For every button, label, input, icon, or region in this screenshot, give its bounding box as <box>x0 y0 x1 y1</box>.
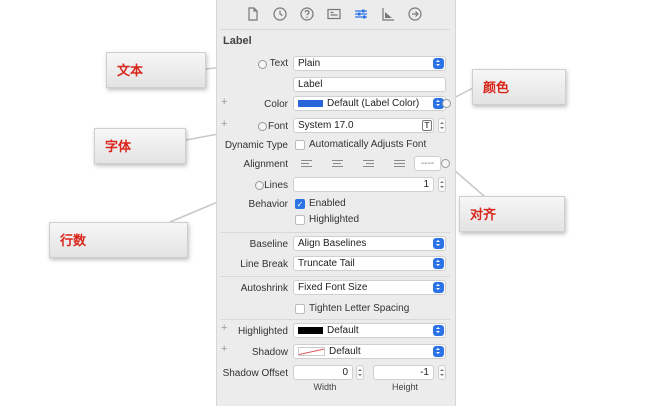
lines-label: Lines <box>264 180 288 191</box>
lines-connection-circle[interactable] <box>255 181 264 190</box>
align-justified-button[interactable] <box>388 157 411 170</box>
baseline-label: Baseline <box>249 239 288 250</box>
color-label: Color <box>264 99 288 110</box>
color-popup[interactable]: Default (Label Color) <box>293 96 446 111</box>
text-type-popup[interactable]: Plain <box>293 56 446 71</box>
align-natural-button[interactable]: ---- <box>414 156 441 171</box>
divider <box>220 276 450 277</box>
align-right-button[interactable] <box>357 157 380 170</box>
font-connection-circle[interactable] <box>258 122 267 131</box>
width-caption: Width <box>313 382 337 392</box>
divider <box>220 319 450 320</box>
popup-arrow-icon <box>433 258 444 269</box>
baseline-value: Align Baselines <box>298 238 367 249</box>
highlighted-value: Default <box>327 325 359 336</box>
shadow-swatch <box>298 346 325 356</box>
highlighted-label: Highlighted <box>237 326 288 337</box>
callout-font: 字体 <box>94 128 186 164</box>
popup-arrow-icon <box>433 325 444 336</box>
enabled-checkbox[interactable]: ✓ <box>295 199 305 209</box>
text-content-field[interactable]: Label <box>293 77 446 92</box>
add-variation-icon[interactable]: + <box>221 96 227 108</box>
callout-text: 文本 <box>106 52 206 88</box>
popup-arrow-icon <box>433 346 444 357</box>
callout-lines: 行数 <box>49 222 188 258</box>
text-connection-circle[interactable] <box>258 60 267 69</box>
toolbar-divider <box>220 29 450 30</box>
align-left-button[interactable] <box>295 157 318 170</box>
font-label: Font <box>267 121 288 132</box>
font-size-stepper[interactable] <box>438 118 446 133</box>
shadow-offset-height-stepper[interactable] <box>438 365 446 380</box>
shadow-offset-height-field[interactable]: -1 <box>373 365 434 380</box>
highlighted-color-popup[interactable]: Default <box>293 323 446 338</box>
shadow-offset-width-stepper[interactable] <box>356 365 364 380</box>
add-variation-icon[interactable]: + <box>221 322 227 334</box>
align-center-button[interactable] <box>326 157 349 170</box>
connections-icon[interactable] <box>407 6 423 22</box>
dynamic-type-label: Dynamic Type <box>224 140 288 151</box>
alignment-label: Alignment <box>243 159 288 170</box>
add-variation-icon[interactable]: + <box>221 118 227 130</box>
clock-icon[interactable] <box>272 6 288 22</box>
popup-arrow-icon <box>433 58 444 69</box>
file-icon[interactable] <box>245 6 261 22</box>
alignment-connection-circle[interactable] <box>441 159 450 168</box>
highlighted-swatch <box>298 326 323 334</box>
dynamic-type-checkbox[interactable] <box>295 140 305 150</box>
autoshrink-popup[interactable]: Fixed Font Size <box>293 280 446 295</box>
tighten-checkbox-label: Tighten Letter Spacing <box>309 303 410 314</box>
line-break-label: Line Break <box>240 259 288 270</box>
text-type-value: Plain <box>298 58 321 69</box>
tighten-checkbox[interactable] <box>295 304 305 314</box>
shadow-label: Shadow <box>251 347 288 358</box>
shadow-offset-width-field[interactable]: 0 <box>293 365 353 380</box>
size-icon[interactable] <box>380 6 396 22</box>
shadow-offset-label: Shadow Offset <box>222 368 288 379</box>
popup-arrow-icon <box>433 282 444 293</box>
color-swatch <box>298 99 323 107</box>
lines-stepper[interactable] <box>438 177 446 192</box>
autoshrink-value: Fixed Font Size <box>298 282 368 293</box>
height-caption: Height <box>391 382 418 392</box>
baseline-popup[interactable]: Align Baselines <box>293 236 446 251</box>
enabled-checkbox-label: Enabled <box>309 198 346 209</box>
shadow-value: Default <box>329 346 361 357</box>
font-field[interactable]: System 17.0 <box>293 118 434 133</box>
add-variation-icon[interactable]: + <box>221 343 227 355</box>
section-title: Label <box>223 35 252 47</box>
behavior-label: Behavior <box>248 199 288 210</box>
dynamic-type-checkbox-label: Automatically Adjusts Font <box>309 139 427 150</box>
font-picker-icon[interactable]: T <box>422 120 432 131</box>
autoshrink-label: Autoshrink <box>240 283 288 294</box>
color-value: Default (Label Color) <box>327 98 420 109</box>
identity-icon[interactable] <box>326 6 342 22</box>
highlighted-checkbox-label: Highlighted <box>309 214 360 225</box>
shadow-color-popup[interactable]: Default <box>293 344 446 359</box>
help-icon[interactable] <box>299 6 315 22</box>
callout-align: 对齐 <box>459 196 565 232</box>
line-break-popup[interactable]: Truncate Tail <box>293 256 446 271</box>
highlighted-checkbox[interactable] <box>295 215 305 225</box>
text-label: Text <box>269 58 288 69</box>
line-break-value: Truncate Tail <box>298 258 355 269</box>
lines-field[interactable]: 1 <box>293 177 434 192</box>
popup-arrow-icon <box>433 238 444 249</box>
callout-color: 颜色 <box>472 69 566 105</box>
color-connection-circle[interactable] <box>442 99 451 108</box>
attributes-icon[interactable] <box>353 6 369 22</box>
divider <box>220 232 450 233</box>
